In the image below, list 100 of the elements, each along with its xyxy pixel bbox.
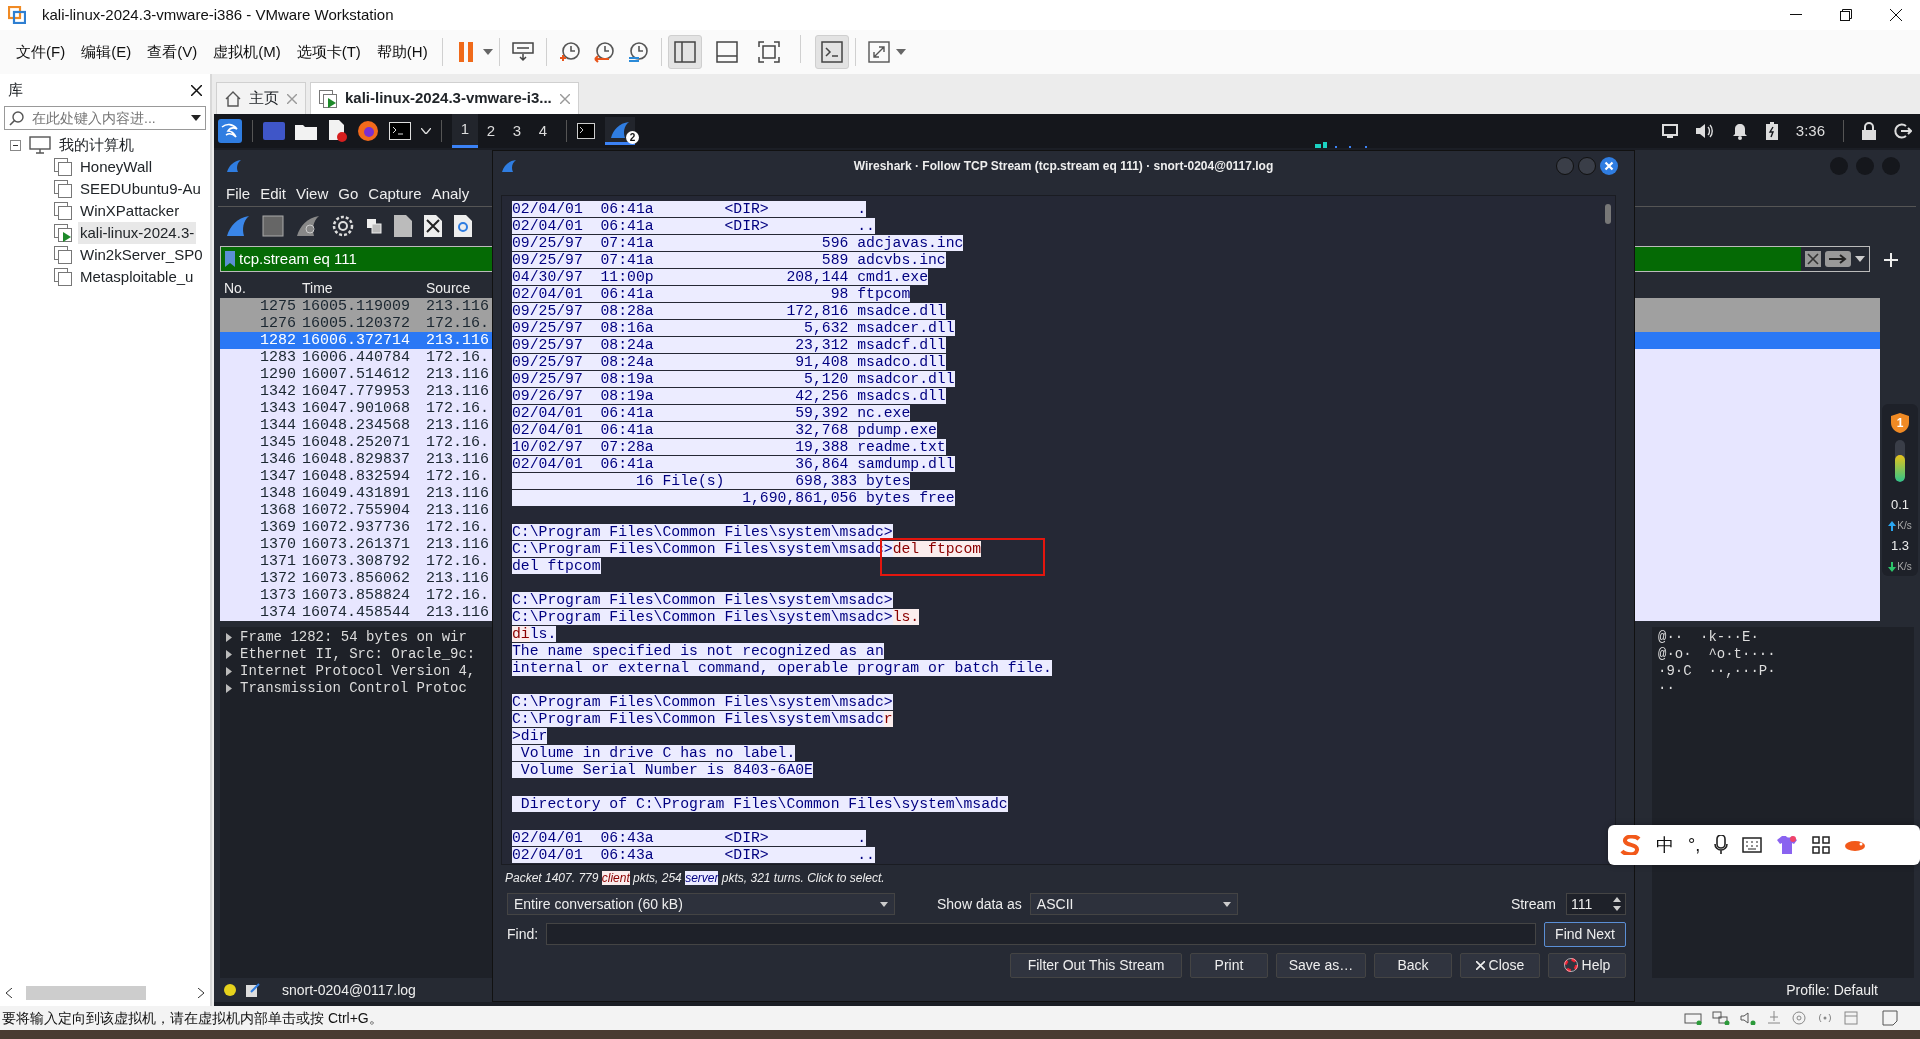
caret-icon[interactable] (1855, 256, 1865, 262)
tree-item[interactable]: SEEDUbuntu9-Au (78, 177, 203, 201)
column-header[interactable]: Source (422, 278, 492, 298)
menu-item[interactable]: View (296, 182, 329, 206)
file-close-icon[interactable] (424, 214, 442, 237)
tab[interactable]: 主页 (216, 82, 306, 114)
menu-item[interactable]: 选项卡(T) (288, 36, 369, 68)
column-header[interactable]: Time (300, 278, 422, 298)
tree-item[interactable]: Internet Protocol Version 4, (240, 663, 476, 680)
tree-item[interactable]: Ethernet II, Src: Oracle_9c: (240, 646, 476, 663)
restore-icon[interactable] (1840, 9, 1852, 21)
tree-item[interactable]: HoneyWall (78, 155, 154, 179)
copy-icon[interactable] (366, 217, 382, 234)
s-logo-icon[interactable] (1620, 835, 1642, 855)
terminal-icon[interactable] (389, 122, 411, 140)
file-reload-icon[interactable] (454, 214, 472, 237)
network-icon[interactable] (1712, 1011, 1730, 1025)
edit-icon[interactable] (246, 983, 260, 997)
plus-icon[interactable] (1884, 253, 1898, 267)
tree-item[interactable]: Metasploitable_u (78, 265, 196, 289)
tree-item[interactable]: Win2kServer_SP0 (78, 243, 205, 267)
scroll-right-icon[interactable] (198, 988, 204, 998)
find-next-button[interactable]: Find Next (1544, 921, 1626, 947)
tree-item[interactable]: 我的计算机 (57, 133, 136, 157)
display-icon[interactable] (1661, 124, 1678, 138)
scroll-left-icon[interactable] (6, 988, 12, 998)
menu-item[interactable]: Edit (260, 182, 287, 206)
tree-item[interactable]: Transmission Control Protoc (240, 680, 467, 697)
shirt-icon[interactable] (1776, 835, 1799, 855)
menu-item[interactable]: 文件(F) (8, 36, 74, 68)
workspace-tab[interactable]: 1 (452, 114, 478, 148)
stop-icon[interactable] (262, 214, 284, 237)
find-field[interactable] (546, 923, 1537, 945)
workspace-tab[interactable]: 2 (478, 114, 504, 148)
menu-item[interactable]: 帮助(H) (368, 36, 436, 68)
volume-icon[interactable] (1695, 123, 1714, 139)
shark-fin-icon[interactable] (226, 214, 250, 237)
view-toggle-button[interactable] (814, 35, 849, 69)
horizontal-scrollbar[interactable] (6, 984, 204, 1002)
battery-icon[interactable] (1765, 122, 1778, 140)
file-icon[interactable] (394, 214, 412, 237)
folder-icon[interactable] (295, 122, 317, 140)
punctuation-toggle[interactable]: °, (1688, 831, 1701, 859)
search-field[interactable]: 在此处键入内容进... (4, 106, 206, 130)
tab[interactable]: kali-linux-2024.3-vmware-i3... (310, 82, 579, 114)
shield-icon[interactable] (1891, 413, 1909, 433)
view-toggle-button[interactable] (667, 35, 702, 69)
dialog-button[interactable]: Help (1548, 952, 1626, 978)
logout-icon[interactable] (1894, 123, 1912, 139)
caret-icon[interactable] (191, 115, 201, 121)
close-icon[interactable] (1600, 157, 1618, 175)
caret-icon[interactable] (421, 128, 431, 134)
speaker-icon[interactable] (1740, 1011, 1756, 1025)
shark-fin-refresh-icon[interactable] (296, 214, 320, 237)
stream-line: C:\Program Files\Common Files\system\msadcr (512, 711, 893, 728)
menu-item[interactable]: 查看(V) (139, 36, 206, 68)
tree-item[interactable]: WinXPattacker (78, 199, 182, 223)
clear-icon[interactable] (1805, 251, 1821, 267)
document-icon[interactable] (327, 120, 347, 142)
message-icon[interactable] (1882, 1010, 1898, 1026)
close-icon[interactable] (191, 84, 202, 96)
gear-icon[interactable] (332, 214, 354, 237)
tree-item[interactable]: Frame 1282: 54 bytes on wir (240, 629, 467, 646)
column-header[interactable]: No. (220, 278, 300, 298)
format-dropdown[interactable]: ASCII (1029, 893, 1238, 915)
keyboard-icon[interactable] (1742, 837, 1763, 853)
dialog-button[interactable]: Back (1374, 952, 1452, 978)
spin-arrows-icon[interactable] (1613, 896, 1621, 912)
menu-item[interactable]: Go (338, 182, 359, 206)
dialog-button[interactable]: Close (1460, 952, 1540, 978)
arrow-right-icon[interactable] (1825, 251, 1851, 267)
menu-item[interactable]: Analy (431, 182, 470, 206)
wireless-icon[interactable] (1816, 1011, 1834, 1025)
grid-icon[interactable] (1812, 836, 1831, 854)
terminal-icon[interactable] (577, 123, 595, 139)
collapse-icon[interactable] (10, 139, 21, 151)
dialog-button[interactable]: Save as… (1276, 952, 1366, 978)
stream-number-field[interactable]: 111 (1566, 893, 1626, 915)
menu-item[interactable]: File (226, 182, 251, 206)
dialog-button[interactable]: Print (1190, 952, 1268, 978)
minimize-icon[interactable] (1790, 14, 1802, 16)
text-area[interactable] (501, 195, 1616, 865)
lock-icon[interactable] (1862, 122, 1876, 140)
bell-icon[interactable] (1731, 122, 1748, 140)
microphone-icon[interactable] (1714, 835, 1729, 855)
workspace-tab[interactable]: 3 (504, 114, 530, 148)
drive-icon[interactable] (1684, 1011, 1702, 1025)
dialog-button[interactable]: Filter Out This Stream (1010, 952, 1182, 978)
scrollbar-thumb[interactable] (1605, 204, 1611, 224)
tree-item[interactable]: kali-linux-2024.3- (78, 221, 197, 245)
menu-item[interactable]: Capture (368, 182, 422, 206)
dragon-logo-icon[interactable] (218, 119, 242, 143)
workspace-tab[interactable]: 4 (530, 114, 556, 148)
menu-item[interactable]: 虚拟机(M) (205, 36, 289, 68)
input-mode-toggle[interactable]: 中 (1656, 831, 1674, 859)
menu-item[interactable]: 编辑(E) (73, 36, 140, 68)
browser-icon[interactable] (357, 120, 379, 142)
close-icon[interactable] (1890, 9, 1902, 21)
conversation-dropdown[interactable]: Entire conversation (60 kB) (507, 893, 895, 915)
profile-label[interactable]: Profile: Default (1786, 979, 1878, 1001)
